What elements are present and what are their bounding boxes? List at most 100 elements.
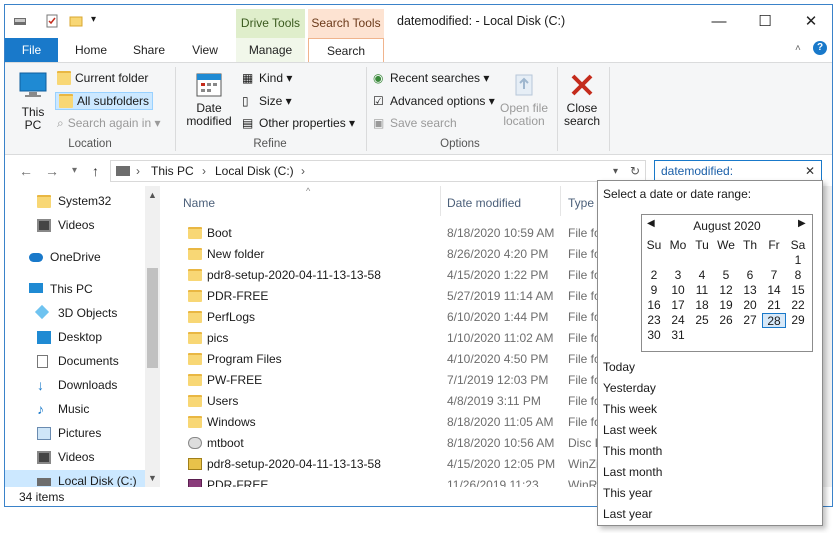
column-separator[interactable] (560, 186, 561, 216)
tab-file[interactable]: File (5, 38, 58, 62)
calendar-day[interactable]: 21 (762, 298, 786, 313)
nav-item-3d-objects[interactable]: 3D Objects (5, 302, 145, 324)
breadcrumb-local-disk[interactable]: Local Disk (C:) (215, 164, 294, 178)
column-separator[interactable] (440, 186, 441, 216)
date-preset-option[interactable]: This year (603, 486, 652, 500)
file-row[interactable]: pdr8-setup-2020-04-11-13-13-58 4/15/2020 … (161, 265, 601, 286)
calendar-day[interactable]: 29 (786, 313, 810, 328)
calendar-day[interactable]: 22 (786, 298, 810, 313)
maximize-button[interactable]: ☐ (742, 9, 788, 37)
nav-item-local-disk[interactable]: Local Disk (C:) (5, 470, 145, 487)
file-list-scrollbar[interactable] (823, 186, 832, 487)
breadcrumb-sep-icon[interactable]: › (136, 164, 140, 178)
nav-scrollbar[interactable]: ▲ ▼ (145, 186, 160, 487)
file-row[interactable]: PDR-FREE 5/27/2019 11:14 AM File fol (161, 286, 601, 307)
scroll-down-icon[interactable]: ▼ (148, 473, 157, 483)
nav-item-videos[interactable]: Videos (5, 214, 145, 236)
address-bar[interactable]: › This PC › Local Disk (C:) › ▾ ↻ (110, 160, 646, 182)
file-row[interactable]: Program Files 4/10/2020 4:50 PM File fol (161, 349, 601, 370)
column-header-type[interactable]: Type (568, 196, 594, 210)
clear-search-icon[interactable]: ✕ (805, 164, 815, 178)
properties-icon[interactable] (45, 14, 59, 28)
search-again-in-button[interactable]: ⌕ Search again in ▾ (57, 116, 160, 131)
close-window-button[interactable]: ✕ (788, 9, 832, 37)
tab-view[interactable]: View (176, 38, 234, 62)
file-row[interactable]: Windows 8/18/2020 11:05 AM File fol (161, 412, 601, 433)
calendar-day[interactable]: 25 (690, 313, 714, 328)
nav-item-downloads[interactable]: ↓ Downloads (5, 374, 145, 396)
date-preset-option[interactable]: Last week (603, 423, 657, 437)
forward-arrow-icon[interactable]: → (45, 163, 59, 179)
nav-item-system32[interactable]: System32 (5, 190, 145, 212)
recent-searches-button[interactable]: ◉ Recent searches ▾ (373, 71, 489, 85)
save-search-button[interactable]: ▣ Save search (373, 116, 457, 130)
breadcrumb-sep-icon[interactable]: › (202, 164, 206, 178)
tab-manage[interactable]: Manage (236, 38, 305, 62)
tab-home[interactable]: Home (60, 38, 122, 62)
kind-button[interactable]: ▦ Kind ▾ (242, 71, 292, 85)
column-header-date-modified[interactable]: Date modified (447, 196, 521, 210)
refresh-icon[interactable]: ↻ (630, 164, 640, 178)
current-folder-button[interactable]: Current folder (57, 71, 148, 85)
column-header-name[interactable]: Name (183, 196, 215, 210)
calendar-day[interactable]: 12 (714, 283, 738, 298)
up-arrow-icon[interactable]: ↑ (92, 163, 99, 179)
customize-qa-chevron-icon[interactable]: ▾ (91, 14, 105, 28)
scroll-up-icon[interactable]: ▲ (148, 190, 157, 200)
nav-item-this-pc[interactable]: This PC (5, 278, 145, 300)
calendar-day[interactable]: 8 (786, 268, 810, 283)
new-folder-quick-icon[interactable] (69, 14, 83, 28)
nav-item-desktop[interactable]: Desktop (5, 326, 145, 348)
calendar-day[interactable]: 16 (642, 298, 666, 313)
file-row[interactable]: New folder 8/26/2020 4:20 PM File fol (161, 244, 601, 265)
minimize-button[interactable]: — (696, 9, 742, 37)
calendar-day[interactable]: 18 (690, 298, 714, 313)
nav-item-pictures[interactable]: Pictures (5, 422, 145, 444)
other-properties-button[interactable]: ▤ Other properties ▾ (242, 116, 355, 130)
file-row[interactable]: Users 4/8/2019 3:11 PM File fol (161, 391, 601, 412)
date-preset-option[interactable]: This week (603, 402, 657, 416)
help-icon[interactable]: ? (813, 41, 827, 55)
calendar-day[interactable]: 6 (738, 268, 762, 283)
calendar-day[interactable]: 3 (666, 268, 690, 283)
size-button[interactable]: ▯ Size ▾ (242, 94, 292, 108)
close-search-button[interactable]: Close search (561, 71, 603, 128)
calendar-day[interactable]: 2 (642, 268, 666, 283)
recent-locations-chevron-icon[interactable]: ▾ (72, 165, 77, 176)
calendar-day[interactable]: 23 (642, 313, 666, 328)
calendar-day[interactable]: 19 (714, 298, 738, 313)
scroll-thumb[interactable] (147, 268, 158, 368)
calendar-day-selected[interactable]: 28 (762, 313, 786, 328)
collapse-ribbon-chevron-icon[interactable]: ˄ (795, 43, 801, 54)
calendar-day[interactable]: 20 (738, 298, 762, 313)
date-preset-option[interactable]: Last month (603, 465, 662, 479)
file-row[interactable]: mtboot8/18/2020 10:56 AMDisc In (161, 433, 601, 454)
file-row[interactable]: PW-FREE 7/1/2019 12:03 PM File fol (161, 370, 601, 391)
calendar-day[interactable]: 7 (762, 268, 786, 283)
calendar-day[interactable]: 27 (738, 313, 762, 328)
tab-search[interactable]: Search (308, 38, 384, 63)
nav-item-documents[interactable]: Documents (5, 350, 145, 372)
all-subfolders-button[interactable]: All subfolders (55, 92, 154, 110)
breadcrumb-sep-icon[interactable]: › (301, 164, 305, 178)
calendar-day[interactable]: 4 (690, 268, 714, 283)
calendar-day[interactable]: 30 (642, 328, 666, 343)
file-row[interactable]: Boot 8/18/2020 10:59 AM File fol (161, 223, 601, 244)
advanced-options-button[interactable]: ☑ Advanced options ▾ (373, 94, 495, 108)
calendar-day[interactable]: 31 (666, 328, 690, 343)
calendar-day[interactable]: 10 (666, 283, 690, 298)
calendar-day[interactable]: 13 (738, 283, 762, 298)
calendar-day[interactable]: 17 (666, 298, 690, 313)
next-month-icon[interactable]: ▶ (798, 218, 806, 229)
nav-item-videos-2[interactable]: Videos (5, 446, 145, 468)
calendar-day[interactable]: 24 (666, 313, 690, 328)
file-row[interactable]: PerfLogs 6/10/2020 1:44 PM File fol (161, 307, 601, 328)
file-row[interactable]: pdr8-setup-2020-04-11-13-13-58 4/15/2020 … (161, 454, 601, 475)
date-modified-button[interactable]: Date modified (181, 71, 237, 128)
tab-share[interactable]: Share (122, 38, 176, 62)
calendar-day[interactable]: 14 (762, 283, 786, 298)
calendar-day[interactable]: 15 (786, 283, 810, 298)
open-file-location-button[interactable]: Open file location (498, 71, 550, 128)
this-pc-button[interactable]: This PC (13, 71, 53, 132)
nav-item-onedrive[interactable]: OneDrive (5, 246, 145, 268)
